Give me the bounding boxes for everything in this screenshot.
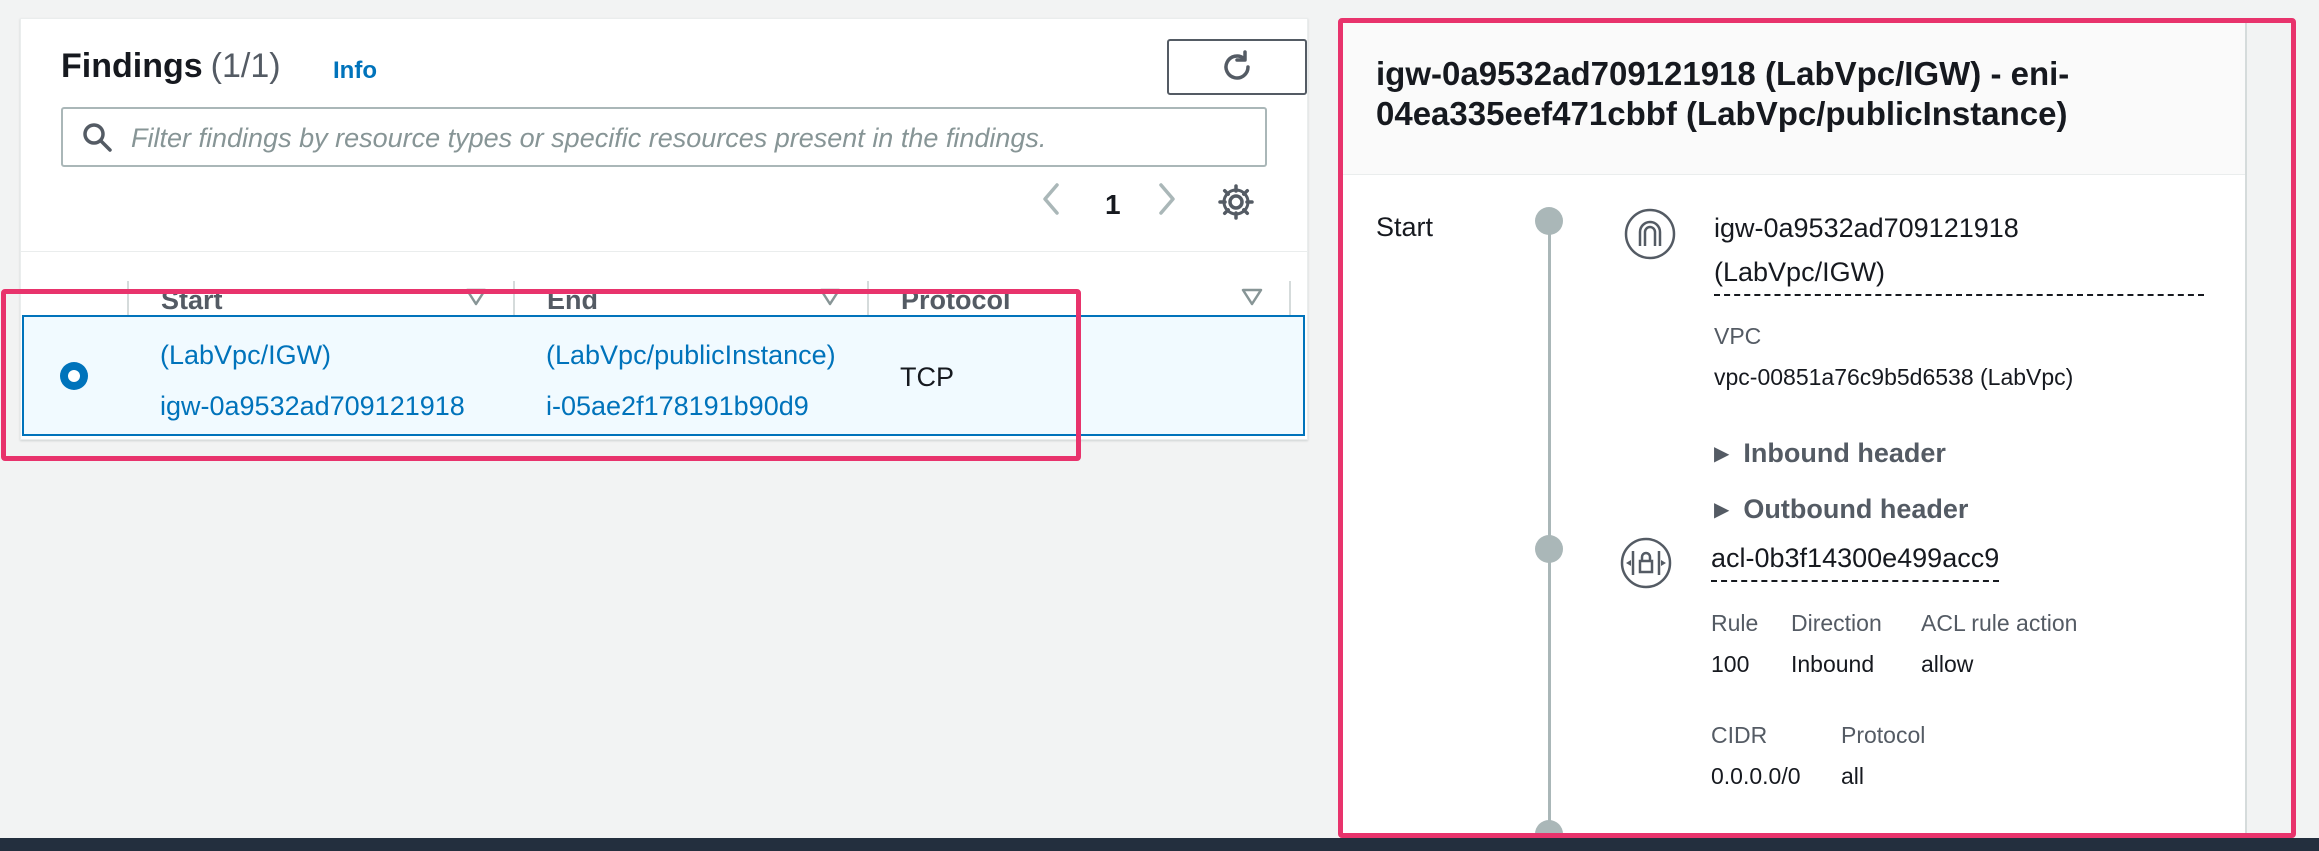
cidr-label: CIDR — [1711, 722, 1768, 748]
start-resource-id[interactable]: igw-0a9532ad709121918 — [160, 391, 465, 422]
refresh-button[interactable] — [1167, 39, 1307, 95]
vpc-value: vpc-00851a76c9b5d6538 (LabVpc) — [1714, 364, 2074, 390]
refresh-icon — [1224, 50, 1250, 80]
sort-icon[interactable] — [1241, 287, 1263, 307]
node-igw-link[interactable]: igw-0a9532ad709121918 (LabVpc/IGW) — [1714, 206, 2204, 296]
node-igw-name: (LabVpc/IGW) — [1714, 257, 1886, 287]
direction-label: Direction — [1791, 610, 1882, 636]
end-resource-name[interactable]: (LabVpc/publicInstance) — [546, 340, 836, 371]
node-igw-id: igw-0a9532ad709121918 — [1714, 213, 2019, 243]
inbound-header-label: Inbound header — [1743, 438, 1946, 468]
timeline-dot — [1535, 535, 1563, 563]
sort-icon[interactable] — [465, 287, 487, 307]
caret-right-icon: ▶ — [1714, 443, 1730, 465]
search-box — [61, 107, 1267, 167]
node-acl-link[interactable]: acl-0b3f14300e499acc9 — [1711, 536, 2000, 582]
acl-rule-action-label: ACL rule action — [1921, 610, 2078, 636]
caret-right-icon: ▶ — [1714, 499, 1730, 521]
column-header-start[interactable]: Start — [161, 285, 223, 316]
findings-count: (1/1) — [210, 47, 281, 85]
outbound-header-label: Outbound header — [1743, 494, 1969, 524]
column-header-end[interactable]: End — [547, 285, 598, 316]
direction-value: Inbound — [1791, 651, 1875, 677]
detail-title: igw-0a9532ad709121918 (LabVpc/IGW) - eni… — [1376, 55, 2070, 132]
protocol-label: Protocol — [1841, 722, 1926, 748]
cidr-value: 0.0.0.0/0 — [1711, 763, 1801, 789]
column-header-protocol[interactable]: Protocol — [901, 285, 1011, 316]
start-resource-name[interactable]: (LabVpc/IGW) — [160, 340, 331, 371]
protocol-cell: TCP — [900, 362, 954, 392]
internet-gateway-icon — [1624, 208, 1676, 260]
timeline-dot — [1535, 207, 1563, 235]
gear-icon[interactable] — [1217, 183, 1255, 221]
rule-value: 100 — [1711, 651, 1750, 677]
findings-title: Findings (1/1) — [61, 47, 281, 86]
info-link[interactable]: Info — [333, 57, 377, 85]
current-page-number[interactable]: 1 — [1105, 189, 1121, 221]
bottom-bar — [0, 838, 2319, 851]
findings-title-text: Findings — [61, 47, 203, 85]
end-resource-id[interactable]: i-05ae2f178191b90d9 — [546, 391, 809, 422]
acl-rule-action-value: allow — [1921, 651, 1974, 677]
vpc-label: VPC — [1714, 323, 1762, 349]
search-input[interactable] — [129, 109, 1253, 167]
network-acl-icon — [1620, 537, 1672, 589]
next-page-icon[interactable] — [1151, 179, 1181, 219]
table-divider — [21, 251, 1307, 252]
scrollbar-track[interactable] — [2245, 20, 2247, 836]
outbound-header-expander[interactable]: ▶ Outbound header — [1714, 494, 1968, 525]
row-radio-button[interactable] — [60, 362, 88, 390]
search-icon — [83, 123, 112, 152]
rule-label: Rule — [1711, 610, 1759, 636]
path-timeline — [1548, 220, 1551, 840]
sort-icon[interactable] — [819, 287, 841, 307]
path-start-label: Start — [1376, 212, 1434, 242]
previous-page-icon[interactable] — [1037, 179, 1067, 219]
inbound-header-expander[interactable]: ▶ Inbound header — [1714, 438, 1946, 469]
protocol-value: all — [1841, 763, 1865, 789]
